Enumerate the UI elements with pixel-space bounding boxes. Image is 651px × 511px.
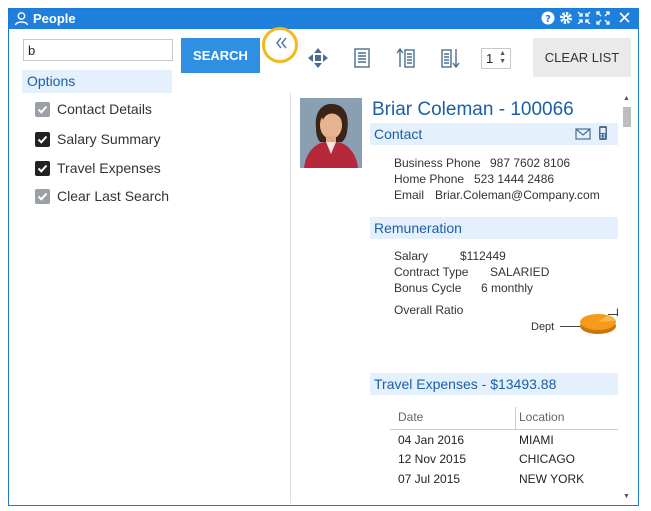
people-window: People ? SEARCH Options Contact Details	[8, 8, 639, 506]
svg-text:?: ?	[545, 14, 551, 25]
remuneration-section-header[interactable]: Remuneration	[370, 217, 618, 239]
cell-date: 07 Jul 2015	[398, 472, 461, 486]
double-chevron-left-icon	[274, 36, 288, 53]
close-icon[interactable]	[618, 11, 633, 26]
collapse-window-icon[interactable]	[577, 11, 592, 26]
business-phone-row: Business Phone 987 7602 8106	[394, 156, 570, 170]
cell-date: 04 Jan 2016	[398, 433, 465, 447]
help-icon[interactable]: ?	[541, 11, 556, 26]
field-value: 987 7602 8106	[490, 156, 571, 170]
contact-section-header[interactable]: Contact	[370, 123, 618, 145]
column-header-location[interactable]: Location	[519, 410, 564, 424]
field-value: 523 1444 2486	[474, 172, 555, 186]
option-label: Clear Last Search	[57, 188, 170, 204]
stepper-down-icon[interactable]: ▼	[499, 58, 506, 65]
person-card: Briar Coleman - 100066 Contact Business …	[298, 95, 618, 505]
email-row: Email Briar.Coleman@Company.com	[394, 188, 600, 202]
field-label: Bonus Cycle	[394, 281, 462, 295]
field-label: Contract Type	[394, 265, 469, 279]
vertical-scrollbar[interactable]: ▲ ▼	[620, 95, 634, 505]
cell-location: CHICAGO	[519, 452, 576, 466]
option-label: Contact Details	[57, 101, 152, 117]
section-title: Remuneration	[374, 220, 462, 236]
mail-icon[interactable]	[575, 127, 591, 143]
overall-ratio-row: Overall Ratio	[394, 303, 463, 317]
field-value: $112449	[460, 249, 506, 263]
sort-ascending-icon[interactable]	[395, 47, 417, 69]
pie-label-dept: Dept	[531, 321, 555, 333]
options-header: Options	[22, 70, 172, 93]
checkbox-checked-icon[interactable]	[35, 161, 50, 176]
bonus-cycle-row: Bonus Cycle 6 monthly	[394, 281, 533, 295]
field-label: Business Phone	[394, 156, 481, 170]
expand-window-icon[interactable]	[596, 11, 611, 26]
contract-type-row: Contract Type SALARIED	[394, 265, 549, 279]
field-label: Home Phone	[394, 172, 465, 186]
section-title: Contact	[374, 126, 423, 142]
gear-icon[interactable]	[559, 11, 574, 26]
collapse-panel-button[interactable]	[262, 27, 298, 63]
field-label: Overall Ratio	[394, 303, 464, 317]
travel-section-header[interactable]: Travel Expenses - $13493.88	[370, 373, 618, 395]
profile-photo	[300, 98, 362, 168]
checkbox-checked-icon[interactable]	[35, 102, 50, 117]
scroll-thumb[interactable]	[623, 107, 631, 127]
pie-leader-line	[560, 326, 580, 327]
stepper-value: 1	[486, 51, 494, 66]
field-value: 6 monthly	[481, 281, 534, 295]
person-icon	[14, 11, 29, 29]
field-value: SALARIED	[490, 265, 550, 279]
table-header-line	[390, 429, 618, 430]
window-title: People	[33, 11, 76, 26]
cell-date: 12 Nov 2015	[398, 452, 467, 466]
scroll-up-icon[interactable]: ▲	[623, 95, 630, 102]
search-input[interactable]	[23, 39, 173, 61]
pie-label-right: E	[616, 307, 618, 319]
count-stepper[interactable]: 1 ▲ ▼	[481, 48, 511, 69]
title-bar: People ?	[9, 9, 638, 29]
list-icon[interactable]	[351, 47, 373, 69]
cell-location: NEW YORK	[519, 472, 585, 486]
scroll-down-icon[interactable]: ▼	[623, 493, 630, 500]
phone-icon[interactable]	[598, 125, 608, 144]
move-icon[interactable]	[307, 47, 329, 69]
option-label: Salary Summary	[57, 131, 161, 147]
clear-list-button[interactable]: CLEAR LIST	[533, 38, 631, 77]
column-divider[interactable]	[515, 407, 516, 429]
salary-row: Salary $112449	[394, 249, 506, 263]
person-name: Briar Coleman - 100066	[372, 99, 574, 120]
search-button[interactable]: SEARCH	[181, 38, 260, 73]
home-phone-row: Home Phone 523 1444 2486	[394, 172, 554, 186]
field-label: Salary	[394, 249, 429, 263]
stepper-up-icon[interactable]: ▲	[499, 50, 506, 57]
panel-divider	[290, 93, 291, 503]
cell-location: MIAMI	[519, 433, 554, 447]
column-header-date[interactable]: Date	[398, 410, 423, 424]
field-value[interactable]: Briar.Coleman@Company.com	[435, 188, 600, 202]
option-label: Travel Expenses	[57, 160, 161, 176]
sort-descending-icon[interactable]	[439, 47, 461, 69]
section-title: Travel Expenses - $13493.88	[374, 376, 557, 392]
field-label: Email	[394, 188, 425, 202]
checkbox-checked-icon[interactable]	[35, 132, 50, 147]
checkbox-checked-icon[interactable]	[35, 189, 50, 204]
